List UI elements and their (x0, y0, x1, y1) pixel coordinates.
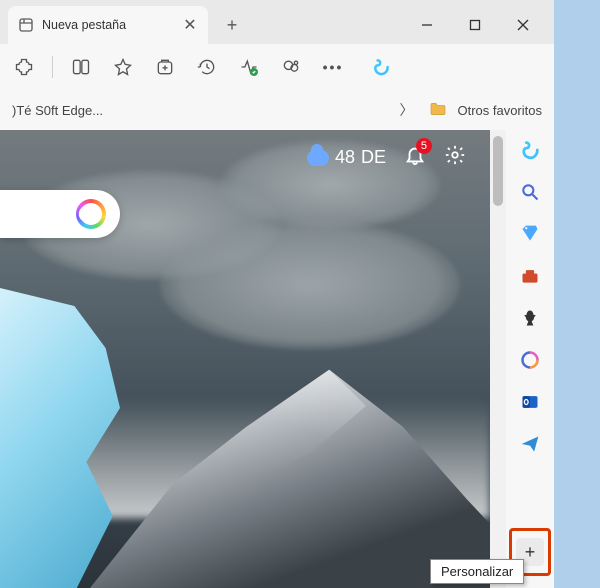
folder-icon (429, 102, 447, 119)
close-window-button[interactable] (500, 9, 546, 41)
favorites-star-icon[interactable] (109, 53, 137, 81)
tab-close-button[interactable]: ✕ (182, 15, 198, 35)
other-favorites-button[interactable]: Otros favoritos (457, 103, 542, 118)
sidebar-shopping-icon[interactable] (518, 222, 542, 246)
weather-widget[interactable]: 48 DE (307, 147, 386, 168)
favorites-bar: )Té S0ft Edge... 〉 Otros favoritos (0, 90, 554, 130)
copilot-button[interactable] (367, 53, 395, 81)
tab-favicon (18, 17, 34, 33)
browser-tab[interactable]: Nueva pestaña ✕ (8, 6, 208, 44)
drop-icon[interactable] (277, 53, 305, 81)
new-tab-button[interactable]: + (216, 9, 248, 41)
sidebar-send-icon[interactable] (518, 432, 542, 456)
more-menu-button[interactable]: ••• (319, 53, 347, 81)
toolbar-separator (52, 56, 53, 78)
sidebar-search-icon[interactable] (518, 180, 542, 204)
weather-cloud-icon (307, 150, 329, 166)
collections-icon[interactable] (151, 53, 179, 81)
new-tab-page: 48 DE 5 (0, 130, 490, 588)
sidebar-games-icon[interactable] (518, 306, 542, 330)
history-icon[interactable] (193, 53, 221, 81)
weather-temp: 48 (335, 147, 355, 168)
vertical-scrollbar[interactable] (490, 130, 506, 588)
sidebar-copilot-icon[interactable] (518, 138, 542, 162)
performance-icon[interactable] (235, 53, 263, 81)
favorites-overflow-chevron[interactable]: 〉 (393, 100, 419, 120)
minimize-button[interactable] (404, 9, 450, 41)
scrollbar-thumb[interactable] (493, 136, 503, 206)
sidebar-outlook-icon[interactable] (518, 390, 542, 414)
notification-badge: 5 (416, 138, 432, 154)
weather-unit: DE (361, 147, 386, 168)
browser-toolbar: ••• (0, 44, 554, 90)
search-box[interactable] (0, 190, 120, 238)
sidebar-tools-icon[interactable] (518, 264, 542, 288)
extensions-icon[interactable] (10, 53, 38, 81)
tooltip: Personalizar (430, 559, 524, 584)
tab-title: Nueva pestaña (42, 18, 174, 32)
ntp-header-widgets: 48 DE 5 (307, 144, 466, 171)
notifications-button[interactable]: 5 (404, 144, 426, 171)
edge-sidebar: + (506, 130, 554, 588)
favorite-item[interactable]: )Té S0ft Edge... (12, 103, 103, 118)
maximize-button[interactable] (452, 9, 498, 41)
copilot-orb-icon (76, 199, 106, 229)
split-screen-icon[interactable] (67, 53, 95, 81)
tab-strip: Nueva pestaña ✕ + (0, 0, 554, 44)
ntp-settings-button[interactable] (444, 144, 466, 171)
sidebar-m365-icon[interactable] (518, 348, 542, 372)
window-controls (404, 9, 546, 41)
